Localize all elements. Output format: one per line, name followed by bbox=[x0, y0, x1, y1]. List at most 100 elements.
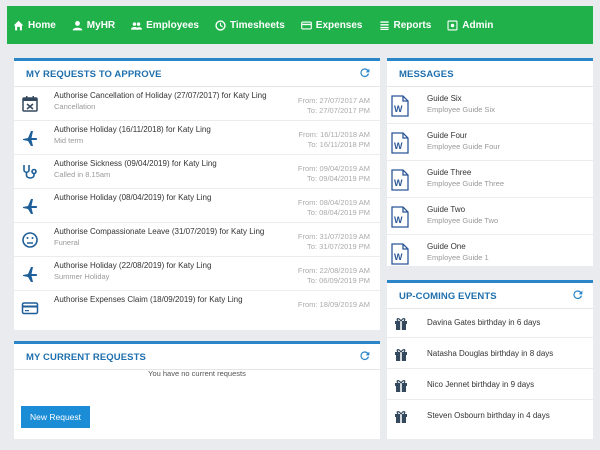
message-title: Guide Three bbox=[427, 168, 472, 177]
new-request-button[interactable]: New Request bbox=[21, 406, 90, 428]
request-row[interactable]: Authorise Holiday (22/08/2019) for Katy … bbox=[14, 257, 380, 291]
messages-header: MESSAGES bbox=[387, 61, 593, 81]
nav-label: Reports bbox=[393, 19, 432, 31]
event-item[interactable]: Nico Jennet birthday in 9 days bbox=[387, 369, 593, 400]
requests-panel: MY REQUESTS TO APPROVE Authorise Cancell… bbox=[14, 58, 380, 330]
svg-text:W: W bbox=[394, 215, 403, 225]
nav-label: Timesheets bbox=[229, 19, 285, 31]
event-text: Nico Jennet birthday in 9 days bbox=[427, 380, 535, 389]
request-row[interactable]: Authorise Holiday (16/11/2018) for Katy … bbox=[14, 121, 380, 155]
message-title: Guide Six bbox=[427, 94, 462, 103]
request-row[interactable]: Authorise Compassionate Leave (31/07/201… bbox=[14, 223, 380, 257]
request-title: Authorise Holiday (08/04/2019) for Katy … bbox=[54, 193, 212, 202]
request-to: To: 09/04/2019 PM bbox=[307, 174, 370, 183]
nav-timesheets[interactable]: Timesheets bbox=[215, 20, 285, 31]
request-from: From: 18/09/2019 AM bbox=[297, 300, 370, 309]
svg-text:W: W bbox=[394, 178, 403, 188]
refresh-icon[interactable] bbox=[573, 290, 583, 303]
gift-icon bbox=[394, 316, 408, 330]
event-item[interactable]: Davina Gates birthday in 6 days bbox=[387, 307, 593, 338]
request-from: From: 31/07/2019 AM bbox=[297, 232, 370, 241]
request-subtitle: Cancellation bbox=[54, 102, 96, 111]
request-title: Authorise Holiday (16/11/2018) for Katy … bbox=[54, 125, 211, 134]
message-subtitle: Employee Guide Three bbox=[427, 179, 504, 188]
empty-state-text: You have no current requests bbox=[148, 369, 246, 378]
plane-icon bbox=[21, 197, 39, 215]
gift-icon bbox=[394, 347, 408, 361]
nav-reports[interactable]: Reports bbox=[379, 19, 432, 31]
nav-label: Home bbox=[28, 19, 56, 31]
message-item[interactable]: W Guide One Employee Guide 1 bbox=[387, 235, 593, 272]
stethoscope-icon bbox=[21, 163, 39, 181]
refresh-icon[interactable] bbox=[360, 68, 370, 81]
svg-text:W: W bbox=[394, 252, 403, 262]
message-subtitle: Employee Guide Two bbox=[427, 216, 499, 225]
request-to: To: 27/07/2017 PM bbox=[307, 106, 370, 115]
clock-icon bbox=[215, 19, 226, 31]
nav-label: Admin bbox=[462, 19, 494, 31]
events-panel: UP-COMING EVENTS Davina Gates birthday i… bbox=[387, 280, 593, 439]
home-icon bbox=[13, 20, 24, 30]
request-title: Authorise Holiday (22/08/2019) for Katy … bbox=[54, 261, 212, 270]
event-item[interactable]: Steven Osbourn birthday in 4 days bbox=[387, 400, 593, 431]
message-item[interactable]: W Guide Two Employee Guide Two bbox=[387, 198, 593, 235]
message-title: Guide One bbox=[427, 242, 466, 251]
request-to: To: 06/09/2019 PM bbox=[307, 276, 370, 285]
event-text: Natasha Douglas birthday in 8 days bbox=[427, 349, 554, 358]
refresh-icon[interactable] bbox=[360, 351, 370, 364]
request-to: To: 31/07/2019 PM bbox=[307, 242, 370, 251]
nav-myhr[interactable]: MyHR bbox=[72, 20, 115, 31]
request-row[interactable]: Authorise Cancellation of Holiday (27/07… bbox=[14, 87, 380, 121]
request-row[interactable]: Authorise Expenses Claim (18/09/2019) fo… bbox=[14, 291, 380, 325]
message-subtitle: Employee Guide Four bbox=[427, 142, 500, 151]
request-row[interactable]: Authorise Holiday (08/04/2019) for Katy … bbox=[14, 189, 380, 223]
nav-label: Employees bbox=[146, 19, 199, 31]
word-document-icon: W bbox=[391, 169, 409, 191]
word-document-icon: W bbox=[391, 95, 409, 117]
nav-admin[interactable]: Admin bbox=[447, 20, 493, 31]
nav-label: Expenses bbox=[315, 19, 363, 31]
plane-icon bbox=[21, 265, 39, 283]
credit-card-icon bbox=[300, 21, 312, 29]
message-item[interactable]: W Guide Three Employee Guide Three bbox=[387, 161, 593, 198]
calendar-cancel-icon bbox=[21, 95, 39, 113]
request-title: Authorise Compassionate Leave (31/07/201… bbox=[54, 227, 265, 236]
admin-icon bbox=[447, 19, 458, 31]
list-icon bbox=[379, 20, 389, 30]
nav-expenses[interactable]: Expenses bbox=[300, 19, 363, 31]
panel-title: MY REQUESTS TO APPROVE bbox=[26, 69, 162, 80]
nav-home[interactable]: Home bbox=[13, 20, 56, 31]
svg-text:W: W bbox=[394, 141, 403, 151]
panel-title: MY CURRENT REQUESTS bbox=[26, 352, 146, 363]
gift-icon bbox=[394, 409, 408, 423]
gift-icon bbox=[394, 378, 408, 392]
request-subtitle: Summer Holiday bbox=[54, 272, 110, 281]
event-item[interactable]: Natasha Douglas birthday in 8 days bbox=[387, 338, 593, 369]
message-title: Guide Four bbox=[427, 131, 468, 140]
request-title: Authorise Cancellation of Holiday (27/07… bbox=[54, 91, 267, 100]
request-from: From: 08/04/2019 AM bbox=[297, 198, 370, 207]
panel-title: UP-COMING EVENTS bbox=[399, 291, 497, 302]
request-subtitle: Mid term bbox=[54, 136, 84, 145]
message-item[interactable]: W Guide Four Employee Guide Four bbox=[387, 124, 593, 161]
current-requests-panel: MY CURRENT REQUESTS You have no current … bbox=[14, 341, 380, 439]
plane-icon bbox=[21, 129, 39, 147]
message-item[interactable]: W Guide Six Employee Guide Six bbox=[387, 87, 593, 124]
nav-label: MyHR bbox=[86, 19, 116, 31]
request-subtitle: Called in 8.15am bbox=[54, 170, 111, 179]
word-document-icon: W bbox=[391, 132, 409, 154]
message-title: Guide Two bbox=[427, 205, 466, 214]
request-to: To: 08/04/2019 PM bbox=[307, 208, 370, 217]
request-title: Authorise Sickness (09/04/2019) for Katy… bbox=[54, 159, 217, 168]
message-subtitle: Employee Guide Six bbox=[427, 105, 495, 114]
request-row[interactable]: Authorise Sickness (09/04/2019) for Katy… bbox=[14, 155, 380, 189]
messages-panel: MESSAGES W Guide Six Employee Guide Six … bbox=[387, 58, 593, 266]
svg-text:W: W bbox=[394, 104, 403, 114]
nav-employees[interactable]: Employees bbox=[131, 20, 199, 31]
user-icon bbox=[72, 20, 83, 30]
events-header: UP-COMING EVENTS bbox=[387, 283, 593, 303]
top-nav: Home MyHR Employees Timesheets Expenses … bbox=[7, 6, 593, 44]
request-subtitle: Funeral bbox=[54, 238, 80, 247]
request-to: To: 16/11/2018 PM bbox=[307, 140, 370, 149]
request-from: From: 27/07/2017 AM bbox=[297, 96, 370, 105]
